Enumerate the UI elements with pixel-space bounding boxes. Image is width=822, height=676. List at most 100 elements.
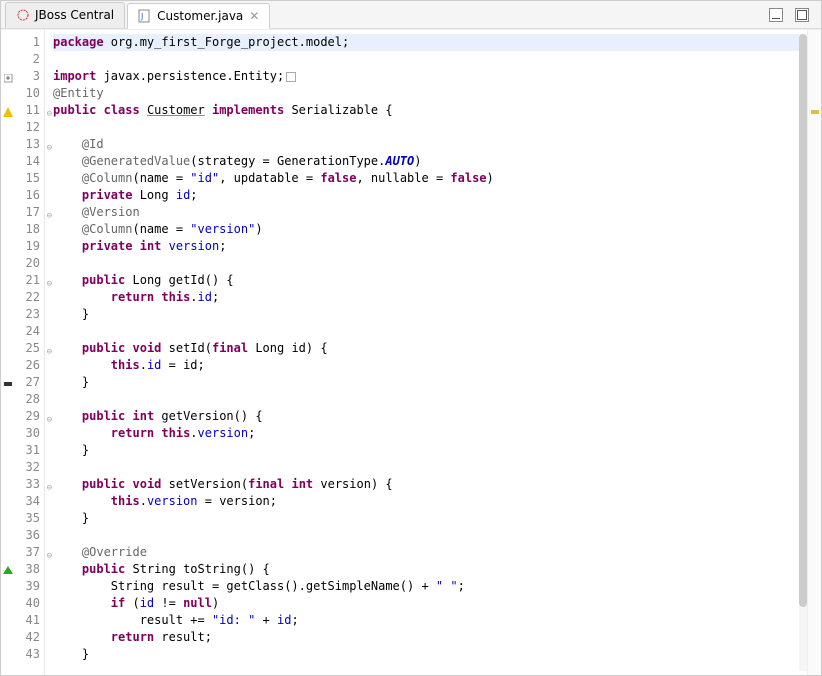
line-number[interactable]: 13⊖ [1, 136, 44, 153]
line-number[interactable]: 23 [1, 306, 44, 323]
maximize-button[interactable] [795, 8, 809, 22]
tab-label: JBoss Central [35, 8, 114, 22]
line-number[interactable]: 28 [1, 391, 44, 408]
line-number[interactable]: 26 [1, 357, 44, 374]
code-line[interactable]: } [53, 442, 807, 459]
code-line[interactable]: String result = getClass().getSimpleName… [53, 578, 807, 595]
jboss-icon [16, 8, 30, 22]
code-line[interactable]: this.id = id; [53, 357, 807, 374]
close-icon[interactable]: ✕ [249, 9, 259, 23]
code-line[interactable]: @Id [53, 136, 807, 153]
line-number[interactable]: 22 [1, 289, 44, 306]
line-number[interactable]: 36 [1, 527, 44, 544]
code-line[interactable] [53, 255, 807, 272]
line-number[interactable]: 38 [1, 561, 44, 578]
editor-area: 1231011⊖1213⊖14151617⊖18192021⊖22232425⊖… [1, 29, 821, 675]
tab-customer-java[interactable]: J Customer.java ✕ [127, 3, 270, 29]
line-number[interactable]: 40 [1, 595, 44, 612]
code-line[interactable]: @Version [53, 204, 807, 221]
code-line[interactable]: public String toString() { [53, 561, 807, 578]
code-line[interactable]: @Entity [53, 85, 807, 102]
code-line[interactable]: package org.my_first_Forge_project.model… [53, 34, 807, 51]
fold-icon[interactable]: ⊖ [47, 106, 52, 123]
code-line[interactable]: } [53, 510, 807, 527]
line-number[interactable]: 39 [1, 578, 44, 595]
code-line[interactable]: private Long id; [53, 187, 807, 204]
code-line[interactable]: this.version = version; [53, 493, 807, 510]
scrollbar-thumb[interactable] [799, 34, 807, 607]
code-line[interactable]: result += "id: " + id; [53, 612, 807, 629]
line-number[interactable]: 2 [1, 51, 44, 68]
code-line[interactable]: } [53, 374, 807, 391]
code-line[interactable] [53, 51, 807, 68]
minimize-button[interactable] [769, 8, 783, 22]
code-line[interactable]: } [53, 646, 807, 663]
overview-ruler[interactable] [807, 30, 821, 675]
overview-mark[interactable] [811, 110, 819, 114]
line-number[interactable]: 37⊖ [1, 544, 44, 561]
svg-text:J: J [140, 12, 143, 21]
code-line[interactable]: @Column(name = "id", updatable = false, … [53, 170, 807, 187]
code-line[interactable]: } [53, 306, 807, 323]
line-number[interactable]: 15 [1, 170, 44, 187]
fold-icon[interactable]: ⊖ [47, 208, 52, 225]
tab-bar: JBoss Central J Customer.java ✕ [1, 1, 821, 29]
line-number[interactable]: 10 [1, 85, 44, 102]
line-number[interactable]: 19 [1, 238, 44, 255]
line-number[interactable]: 24 [1, 323, 44, 340]
code-line[interactable]: public int getVersion() { [53, 408, 807, 425]
vertical-scrollbar[interactable] [799, 34, 807, 671]
line-number[interactable]: 42 [1, 629, 44, 646]
line-number[interactable]: 25⊖ [1, 340, 44, 357]
code-line[interactable] [53, 323, 807, 340]
code-line[interactable]: import javax.persistence.Entity; [53, 68, 807, 85]
editor-window: JBoss Central J Customer.java ✕ 1231011⊖… [0, 0, 822, 676]
line-number[interactable]: 17⊖ [1, 204, 44, 221]
line-number[interactable]: 3 [1, 68, 44, 85]
line-number[interactable]: 11⊖ [1, 102, 44, 119]
fold-icon[interactable]: ⊖ [47, 548, 52, 565]
code-line[interactable]: private int version; [53, 238, 807, 255]
line-number[interactable]: 31 [1, 442, 44, 459]
line-number[interactable]: 41 [1, 612, 44, 629]
code-line[interactable]: if (id != null) [53, 595, 807, 612]
code-area[interactable]: package org.my_first_Forge_project.model… [45, 30, 807, 675]
code-line[interactable]: return result; [53, 629, 807, 646]
line-number[interactable]: 16 [1, 187, 44, 204]
code-line[interactable]: return this.id; [53, 289, 807, 306]
line-number[interactable]: 21⊖ [1, 272, 44, 289]
fold-icon[interactable]: ⊖ [47, 412, 52, 429]
collapsed-indicator[interactable] [286, 72, 296, 82]
code-line[interactable]: public void setId(final Long id) { [53, 340, 807, 357]
line-number[interactable]: 1 [1, 34, 44, 51]
line-number[interactable]: 20 [1, 255, 44, 272]
fold-icon[interactable]: ⊖ [47, 480, 52, 497]
line-number[interactable]: 43 [1, 646, 44, 663]
line-number[interactable]: 27 [1, 374, 44, 391]
code-line[interactable]: public Long getId() { [53, 272, 807, 289]
line-number[interactable]: 33⊖ [1, 476, 44, 493]
line-number[interactable]: 29⊖ [1, 408, 44, 425]
line-number[interactable]: 32 [1, 459, 44, 476]
tab-jboss-central[interactable]: JBoss Central [5, 2, 125, 28]
code-line[interactable]: return this.version; [53, 425, 807, 442]
code-line[interactable] [53, 459, 807, 476]
line-number[interactable]: 30 [1, 425, 44, 442]
code-line[interactable]: @Column(name = "version") [53, 221, 807, 238]
line-number[interactable]: 34 [1, 493, 44, 510]
code-line[interactable]: public void setVersion(final int version… [53, 476, 807, 493]
fold-icon[interactable]: ⊖ [47, 344, 52, 361]
code-line[interactable]: @Override [53, 544, 807, 561]
line-number[interactable]: 35 [1, 510, 44, 527]
code-line[interactable] [53, 119, 807, 136]
line-number[interactable]: 14 [1, 153, 44, 170]
code-line[interactable]: @GeneratedValue(strategy = GenerationTyp… [53, 153, 807, 170]
fold-icon[interactable]: ⊖ [47, 276, 52, 293]
code-line[interactable] [53, 527, 807, 544]
line-number[interactable]: 18 [1, 221, 44, 238]
code-line[interactable]: public class Customer implements Seriali… [53, 102, 807, 119]
line-number[interactable]: 12 [1, 119, 44, 136]
code-line[interactable] [53, 391, 807, 408]
fold-icon[interactable]: ⊖ [47, 140, 52, 157]
line-number-gutter[interactable]: 1231011⊖1213⊖14151617⊖18192021⊖22232425⊖… [1, 30, 45, 675]
